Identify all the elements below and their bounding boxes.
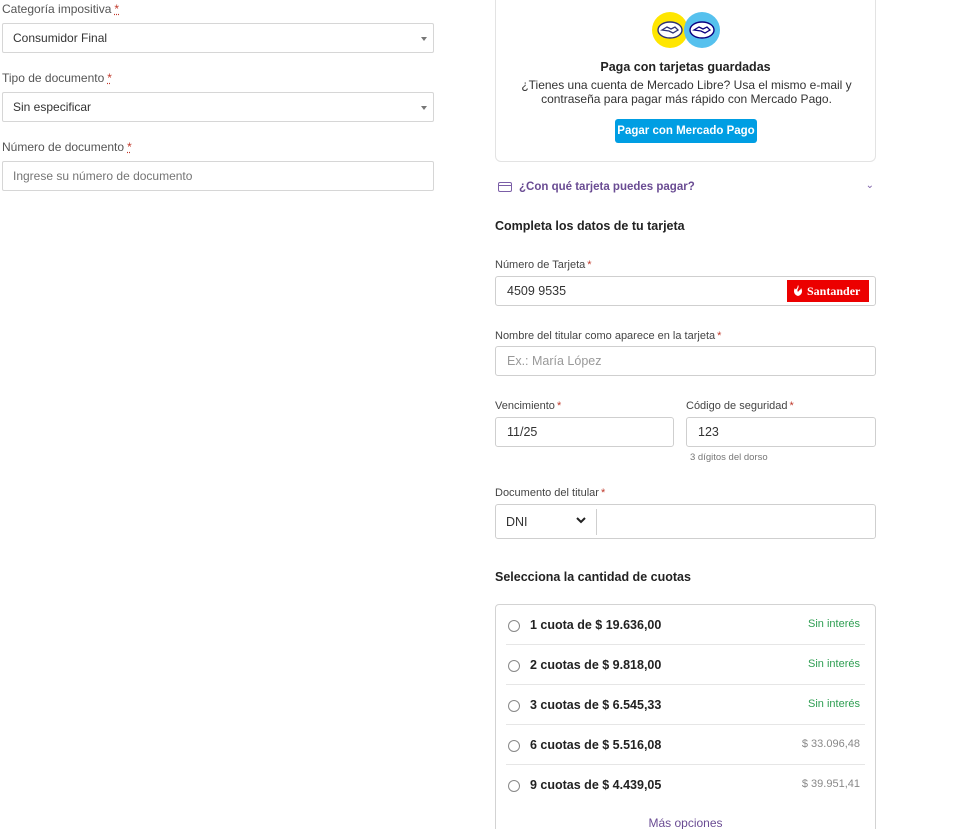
radio-button[interactable] xyxy=(508,740,520,752)
caret-down-icon xyxy=(421,37,427,41)
which-card-label: ¿Con qué tarjeta puedes pagar? xyxy=(519,181,695,193)
installment-label: 3 cuotas de $ 6.545,33 xyxy=(530,698,662,712)
mercado-pago-handshake-icon xyxy=(684,12,720,48)
chevron-down-icon: ⌄ xyxy=(865,180,874,191)
installment-note: Sin interés xyxy=(808,618,860,630)
mercado-libre-handshake-icon xyxy=(652,12,688,48)
doc-divider xyxy=(596,509,597,535)
holder-doc-type-value: DNI xyxy=(506,515,528,529)
installment-label: 6 cuotas de $ 5.516,08 xyxy=(530,738,662,752)
installments-title: Selecciona la cantidad de cuotas xyxy=(495,570,691,584)
installment-label: 1 cuota de $ 19.636,00 xyxy=(530,618,662,632)
installment-label: 2 cuotas de $ 9.818,00 xyxy=(530,658,662,672)
holder-doc-label: Documento del titular * xyxy=(495,487,606,499)
card-number-label: Número de Tarjeta * xyxy=(495,259,592,271)
installment-note: $ 39.951,41 xyxy=(801,778,860,790)
santander-flame-icon xyxy=(794,285,802,296)
installment-note: Sin interés xyxy=(808,698,860,710)
installment-option[interactable]: 2 cuotas de $ 9.818,00 Sin interés xyxy=(506,645,865,685)
expiry-input[interactable]: 11/25 xyxy=(495,417,674,447)
saved-cards-promo: Paga con tarjetas guardadas ¿Tienes una … xyxy=(495,0,876,162)
document-number-field: Número de documento * xyxy=(2,139,434,191)
card-form-title: Completa los datos de tu tarjeta xyxy=(495,219,685,233)
caret-down-icon xyxy=(421,106,427,110)
tax-category-value: Consumidor Final xyxy=(13,31,108,45)
card-number-input[interactable]: 4509 9535 Santander xyxy=(495,276,876,306)
document-number-label: Número de documento * xyxy=(2,140,132,154)
holder-name-input[interactable]: Ex.: María López xyxy=(495,346,876,376)
installment-option[interactable]: 3 cuotas de $ 6.545,33 Sin interés xyxy=(506,685,865,725)
radio-button[interactable] xyxy=(508,620,520,632)
holder-name-label: Nombre del titular como aparece en la ta… xyxy=(495,330,722,342)
tax-category-label: Categoría impositiva * xyxy=(2,2,120,16)
promo-icons xyxy=(652,12,722,50)
which-card-expander[interactable]: ¿Con qué tarjeta puedes pagar? ⌄ xyxy=(498,180,876,196)
installment-option[interactable]: 6 cuotas de $ 5.516,08 $ 33.096,48 xyxy=(506,725,865,765)
radio-button[interactable] xyxy=(508,700,520,712)
installment-note: Sin interés xyxy=(808,658,860,670)
installment-label: 9 cuotas de $ 4.439,05 xyxy=(530,778,662,792)
holder-doc-field: DNI xyxy=(495,504,876,539)
installment-option[interactable]: 1 cuota de $ 19.636,00 Sin interés xyxy=(506,605,865,645)
chevron-down-icon xyxy=(576,517,586,524)
promo-text: ¿Tienes una cuenta de Mercado Libre? Usa… xyxy=(521,78,852,106)
more-options-link[interactable]: Más opciones xyxy=(496,816,875,829)
document-type-field: Tipo de documento * Sin especificar xyxy=(2,70,434,122)
pay-with-mercado-pago-button[interactable]: Pagar con Mercado Pago xyxy=(615,119,757,143)
expiry-label: Vencimiento * xyxy=(495,400,562,412)
radio-button[interactable] xyxy=(508,660,520,672)
cvv-input[interactable]: 123 xyxy=(686,417,876,447)
document-type-value: Sin especificar xyxy=(13,100,92,114)
installment-option[interactable]: 9 cuotas de $ 4.439,05 $ 39.951,41 xyxy=(506,765,865,805)
document-number-input[interactable] xyxy=(2,161,434,191)
radio-button[interactable] xyxy=(508,780,520,792)
santander-logo: Santander xyxy=(787,280,869,302)
promo-title: Paga con tarjetas guardadas xyxy=(600,60,771,74)
card-number-value: 4509 9535 xyxy=(507,284,567,298)
cvv-label: Código de seguridad * xyxy=(686,400,794,412)
tax-category-select[interactable]: Consumidor Final xyxy=(2,23,434,53)
installments-list: 1 cuota de $ 19.636,00 Sin interés 2 cuo… xyxy=(495,604,876,829)
cvv-hint: 3 dígitos del dorso xyxy=(690,452,768,463)
holder-doc-number-input[interactable] xyxy=(600,509,870,535)
credit-card-icon xyxy=(498,182,512,192)
tax-category-field: Categoría impositiva * Consumidor Final xyxy=(2,1,434,53)
installment-note: $ 33.096,48 xyxy=(801,738,860,750)
document-type-label: Tipo de documento * xyxy=(2,71,112,85)
document-type-select[interactable]: Sin especificar xyxy=(2,92,434,122)
